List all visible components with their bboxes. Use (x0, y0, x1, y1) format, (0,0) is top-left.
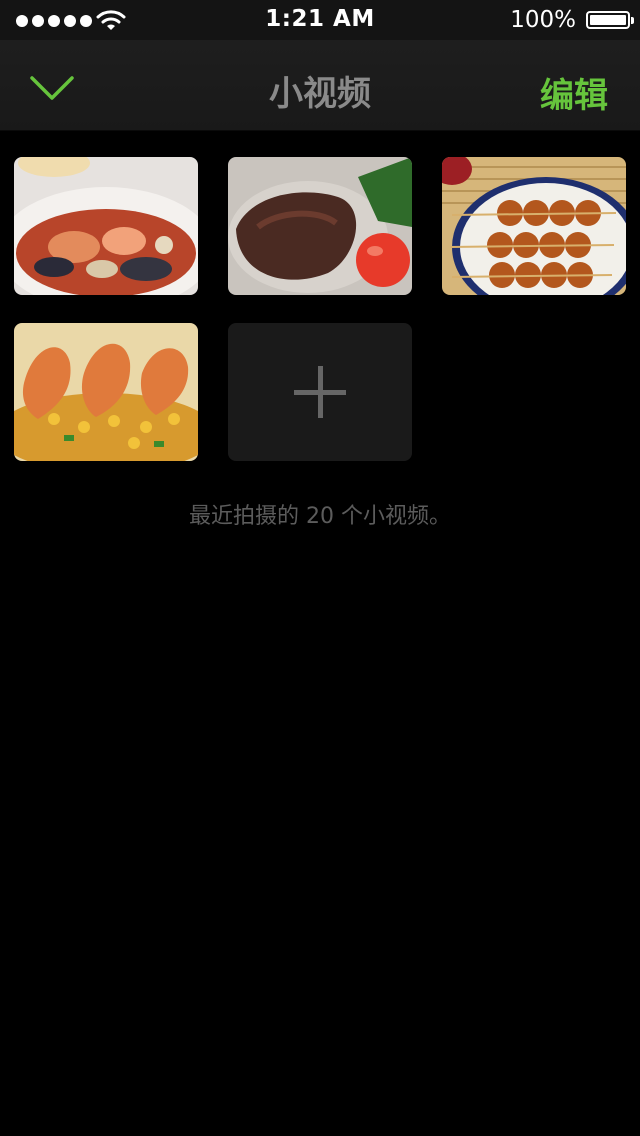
nav-bar: 小视频 编辑 (0, 40, 640, 131)
video-thumbnail-grilled-steak[interactable] (228, 157, 412, 295)
status-bar: 1:21 AM 100% (0, 0, 640, 40)
video-thumbnail-shrimp-corn[interactable] (14, 323, 198, 461)
video-thumbnail-meatball-skewers[interactable] (442, 157, 626, 295)
recent-videos-caption: 最近拍摄的 20 个小视频。 (189, 504, 451, 529)
screen: 1:21 AM 100% 小视频 编辑 最近拍摄的 20 个小视频。 (0, 0, 640, 1136)
video-thumbnail-seafood-stew[interactable] (14, 157, 198, 295)
edit-button[interactable]: 编辑 (540, 68, 608, 117)
battery-icon (586, 11, 634, 29)
add-video-button[interactable] (228, 323, 412, 461)
battery-percent: 100% (510, 7, 576, 33)
